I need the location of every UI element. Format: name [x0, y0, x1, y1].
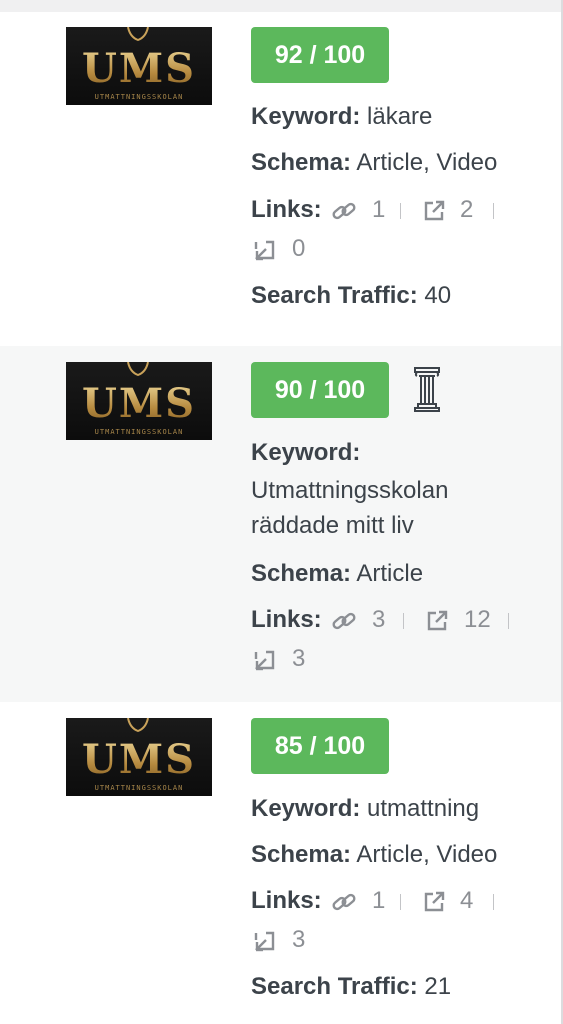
traffic-value: 21: [424, 973, 452, 1000]
incoming-links-count: 3: [292, 645, 306, 672]
search-traffic-line: Search Traffic: 40: [251, 281, 451, 311]
post-thumbnail[interactable]: UMS UTMATTNINGSSKOLAN: [66, 362, 212, 440]
keyword-value: utmattning: [367, 795, 480, 822]
traffic-label: Search Traffic:: [251, 973, 418, 1000]
search-traffic-line: Search Traffic: 21: [251, 972, 451, 1002]
schema-value: Article, Video: [356, 841, 498, 868]
logo-text: UMS: [66, 384, 212, 424]
traffic-label: Search Traffic:: [251, 282, 418, 309]
laurel-icon: [127, 718, 149, 732]
external-link-icon: [424, 891, 445, 912]
laurel-icon: [127, 27, 149, 41]
schema-label: Schema:: [251, 841, 352, 868]
seo-score-badge[interactable]: 92 / 100: [251, 27, 389, 83]
internal-links-count: 3: [372, 606, 386, 633]
separator: [508, 613, 509, 629]
schema-value: Article: [356, 560, 424, 587]
logo-subtext: UTMATTNINGSSKOLAN: [94, 428, 184, 436]
external-link-icon: [424, 200, 445, 221]
external-links-count: 4: [460, 887, 474, 914]
separator: [403, 613, 404, 629]
logo-text: UMS: [66, 49, 212, 89]
external-links-count: 2: [460, 196, 474, 223]
incoming-links-count: 3: [292, 926, 306, 953]
internal-links-count: 1: [372, 887, 386, 914]
schema-line: Schema: Article: [251, 559, 423, 589]
keyword-value-line-2: räddade mitt liv: [251, 512, 414, 539]
traffic-value: 40: [424, 282, 452, 309]
external-links-count: 12: [464, 606, 491, 633]
keyword-value: läkare: [367, 103, 433, 130]
logo-subtext: UTMATTNINGSSKOLAN: [94, 93, 184, 101]
keyword-label: Keyword:: [251, 439, 361, 466]
post-row: UMS UTMATTNINGSSKOLAN 85 / 100 Keyword: …: [0, 702, 561, 1024]
separator: [400, 894, 401, 910]
schema-value: Article, Video: [356, 149, 498, 176]
logo-text: UMS: [66, 740, 212, 780]
link-icon: [332, 612, 356, 630]
post-row: UMS UTMATTNINGSSKOLAN 92 / 100 Keyword: …: [0, 12, 561, 346]
laurel-icon: [127, 362, 149, 376]
external-link-icon: [427, 610, 448, 631]
post-row: UMS UTMATTNINGSSKOLAN 90 / 100 Keyword: …: [0, 346, 561, 702]
link-icon: [332, 202, 356, 220]
incoming-link-icon: [254, 650, 275, 671]
keyword-label: Keyword:: [251, 103, 361, 130]
seo-score-badge[interactable]: 90 / 100: [251, 362, 389, 418]
keyword-label: Keyword:: [251, 795, 361, 822]
keyword-line: Keyword: utmattning: [251, 794, 479, 824]
keyword-value-line-1: Utmattningsskolan: [251, 477, 449, 504]
link-icon: [332, 893, 356, 911]
logo-subtext: UTMATTNINGSSKOLAN: [94, 784, 184, 792]
keyword-line: Keyword: läkare: [251, 102, 432, 132]
links-label: Links:: [251, 887, 322, 914]
links-label: Links:: [251, 606, 322, 633]
separator: [400, 203, 401, 219]
pillar-content-icon[interactable]: [412, 366, 442, 412]
schema-line: Schema: Article, Video: [251, 840, 497, 870]
seo-score-badge[interactable]: 85 / 100: [251, 718, 389, 774]
separator: [493, 894, 494, 910]
incoming-link-icon: [254, 240, 275, 261]
schema-line: Schema: Article, Video: [251, 148, 497, 178]
incoming-link-icon: [254, 931, 275, 952]
separator: [493, 203, 494, 219]
post-thumbnail[interactable]: UMS UTMATTNINGSSKOLAN: [66, 718, 212, 796]
incoming-links-count: 0: [292, 235, 306, 262]
post-thumbnail[interactable]: UMS UTMATTNINGSSKOLAN: [66, 27, 212, 105]
schema-label: Schema:: [251, 149, 352, 176]
links-label: Links:: [251, 196, 322, 223]
top-strip: [0, 0, 563, 12]
schema-label: Schema:: [251, 560, 352, 587]
internal-links-count: 1: [372, 196, 386, 223]
